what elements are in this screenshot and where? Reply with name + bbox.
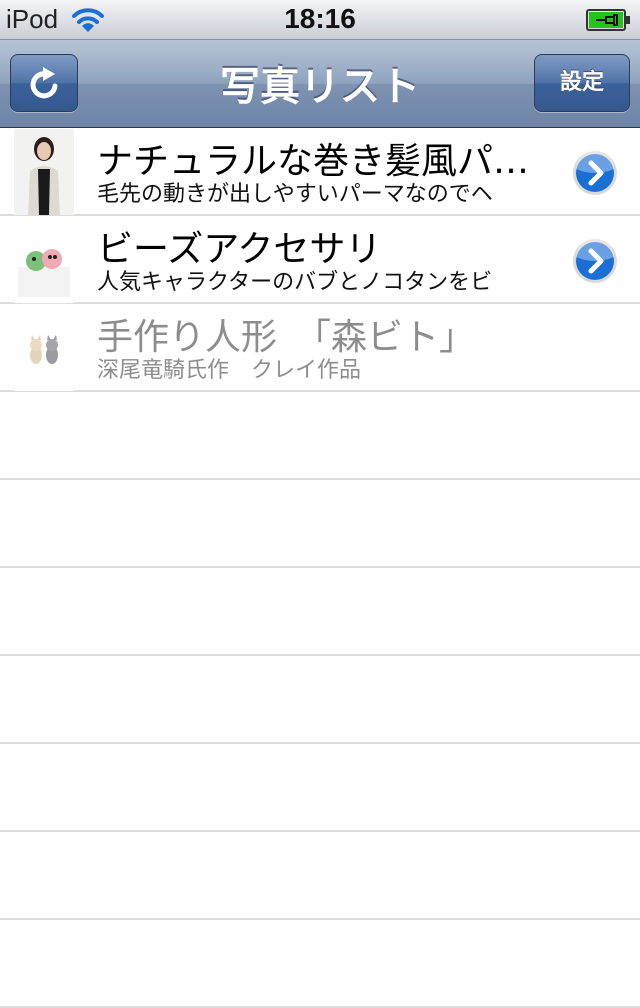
status-time: 18:16 (284, 3, 356, 34)
dolls-photo-thumbnail (14, 305, 74, 391)
list-item[interactable]: ビーズアクセサリ 人気キャラクターのバブとノコタンをビ (0, 216, 640, 304)
detail-disclosure-icon[interactable] (571, 237, 619, 285)
empty-row (0, 480, 640, 568)
empty-row (0, 568, 640, 656)
battery-charging-icon (586, 9, 630, 31)
item-subtitle: 人気キャラクターのバブとノコタンをビ (97, 270, 493, 295)
status-bar: iPod 18:16 (0, 0, 640, 40)
empty-row (0, 832, 640, 920)
settings-button[interactable]: 設定 (534, 54, 630, 112)
woman-photo-thumbnail (14, 129, 74, 215)
detail-disclosure-icon[interactable] (571, 149, 619, 197)
item-subtitle: 深尾竜騎氏作 クレイ作品 (97, 358, 362, 383)
list-item[interactable]: ナチュラルな巻き髪風パ… 毛先の動きが出しやすいパーマなのでヘ (0, 128, 640, 216)
item-subtitle: 毛先の動きが出しやすいパーマなのでヘ (97, 182, 493, 207)
navigation-bar: 写真リスト 設定 (0, 40, 640, 128)
empty-row (0, 392, 640, 480)
beads-photo-thumbnail (14, 217, 74, 303)
empty-row (0, 656, 640, 744)
empty-row (0, 920, 640, 1008)
list-item[interactable]: 手作り人形 「森ビト」 深尾竜騎氏作 クレイ作品 (0, 304, 640, 392)
photo-list: ナチュラルな巻き髪風パ… 毛先の動きが出しやすいパーマなのでヘ ビーズアクセサリ… (0, 128, 640, 1008)
empty-row (0, 744, 640, 832)
